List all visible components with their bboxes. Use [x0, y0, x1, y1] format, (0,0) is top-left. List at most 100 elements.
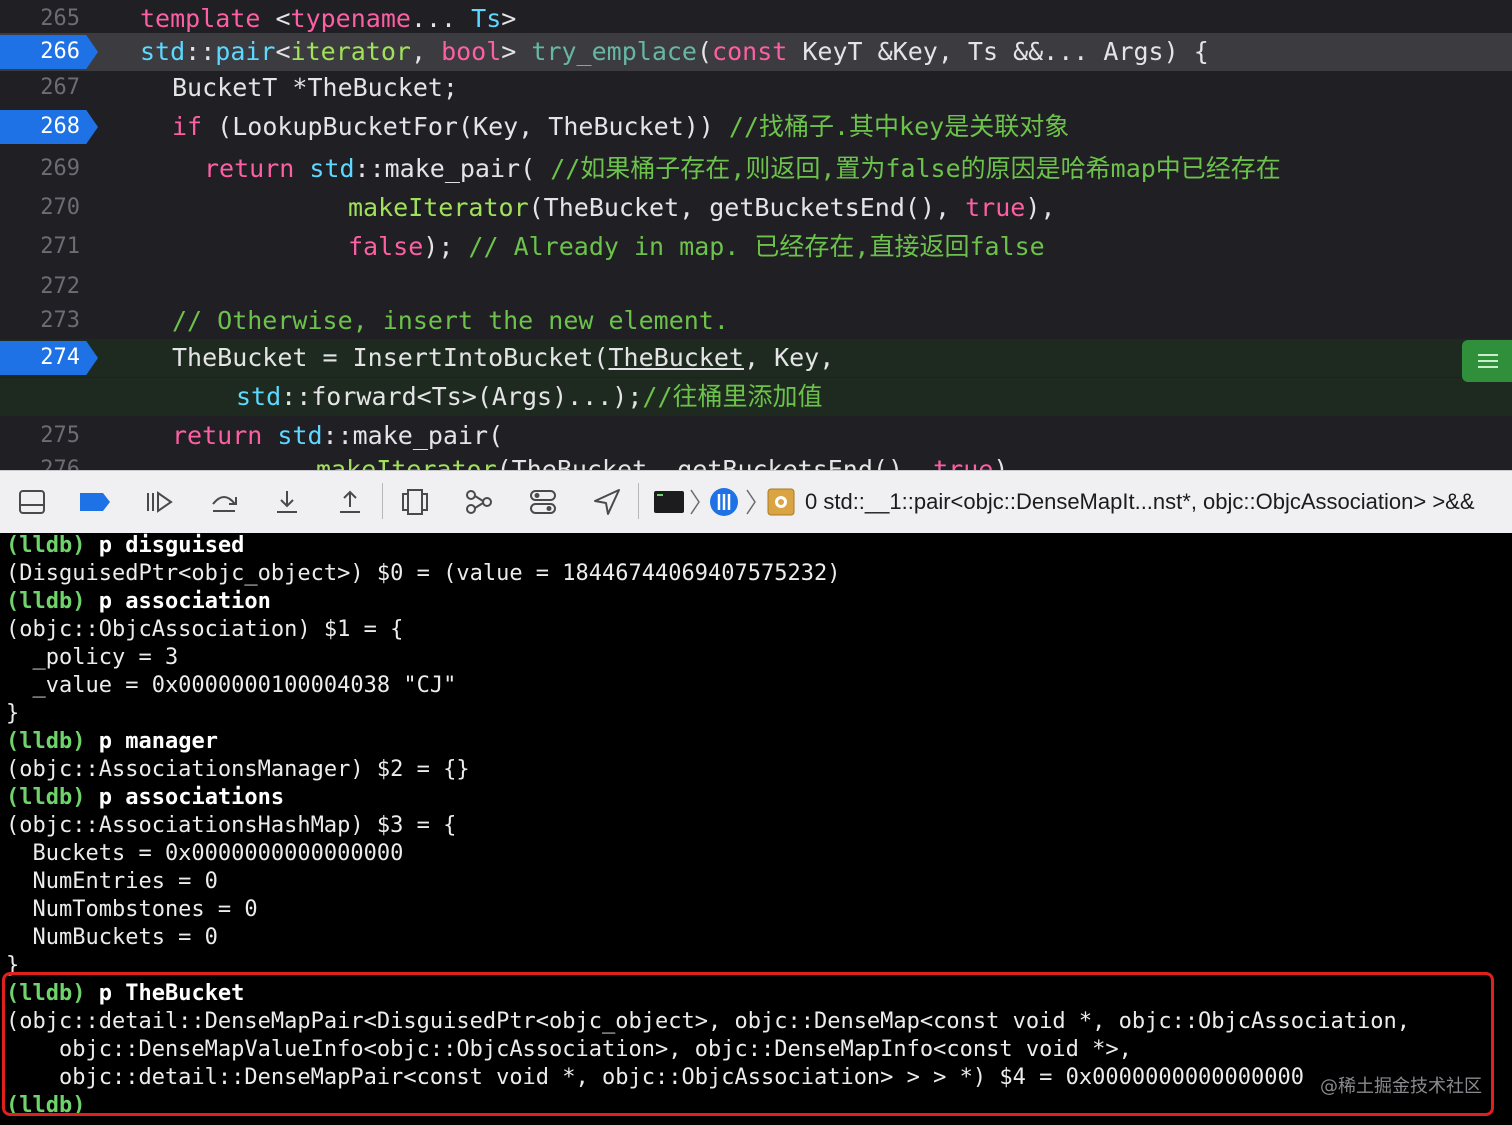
- code-token: true: [965, 193, 1026, 222]
- code-text: TheBucket = InsertIntoBucket(TheBucket, …: [172, 339, 834, 377]
- console-output-line: (objc::AssociationsManager) $2 = {}: [6, 756, 470, 784]
- output-text: (DisguisedPtr<objc_object>) $0 = (value …: [6, 561, 841, 586]
- code-text: return std::make_pair( //如果桶子存在,则返回,置为fa…: [204, 150, 1281, 188]
- step-over-icon[interactable]: [207, 485, 241, 519]
- line-number: 268: [40, 114, 80, 139]
- lldb-command: p disguised: [85, 533, 245, 558]
- console-output-line: _policy = 3: [6, 644, 178, 672]
- hide-panel-icon[interactable]: [15, 485, 49, 519]
- code-token: //找桶子.其中key是关联对象: [728, 112, 1070, 141]
- stack-frame-label[interactable]: 0 std::__1::pair<objc::DenseMapIt...nst*…: [805, 489, 1475, 515]
- chevron-right-icon: [744, 485, 758, 519]
- code-text: return std::make_pair(: [172, 417, 503, 455]
- code-token: TheBucket: [608, 343, 744, 372]
- code-text: BucketT *TheBucket;: [172, 69, 458, 107]
- output-text: NumTombstones = 0: [6, 897, 258, 922]
- location-icon[interactable]: [590, 485, 624, 519]
- environment-icon[interactable]: [526, 485, 560, 519]
- code-token: ::forward<Ts>(Args)...);: [281, 382, 643, 411]
- line-number: 272: [40, 274, 80, 299]
- view-debugger-icon[interactable]: [398, 485, 432, 519]
- code-text: std::pair<iterator, bool> try_emplace(co…: [140, 33, 1209, 71]
- code-line[interactable]: 273 // Otherwise, insert the new element.: [0, 302, 1512, 340]
- code-token: ...: [410, 4, 472, 33]
- step-out-icon[interactable]: [333, 485, 367, 519]
- code-line[interactable]: 272: [0, 268, 1512, 306]
- code-token: (LookupBucketFor(Key, TheBucket)): [202, 112, 729, 141]
- code-token: >: [501, 4, 517, 33]
- code-token: std: [277, 421, 323, 450]
- code-token: >: [501, 37, 532, 66]
- output-text: NumBuckets = 0: [6, 925, 218, 950]
- lldb-command: p associations: [85, 785, 285, 810]
- code-text: false); // Already in map. 已经存在,直接返回fals…: [348, 228, 1045, 266]
- console-output-line: Buckets = 0x0000000000000000: [6, 840, 403, 868]
- code-token: bool: [441, 37, 502, 66]
- line-number: 275: [40, 423, 80, 448]
- code-token: //往桶里添加值: [642, 382, 823, 411]
- code-token: const: [712, 37, 788, 66]
- line-number: 276: [40, 457, 80, 470]
- code-token: (TheBucket, getBucketsEnd(),: [496, 455, 934, 470]
- code-line[interactable]: 269 return std::make_pair( //如果桶子存在,则返回,置…: [0, 150, 1512, 188]
- code-token: );: [423, 232, 469, 261]
- code-token: makeIterator: [348, 193, 529, 222]
- output-text: (objc::AssociationsHashMap) $3 = {: [6, 813, 457, 838]
- lldb-prompt: (lldb): [6, 533, 86, 558]
- console-output-line: _value = 0x0000000100004038 "CJ": [6, 672, 456, 700]
- line-number: 274: [40, 345, 80, 370]
- code-token: BucketT *TheBucket;: [172, 73, 458, 102]
- breakpoints-toggle-icon[interactable]: [78, 485, 112, 519]
- code-token: TheBucket = InsertIntoBucket(: [172, 343, 609, 372]
- lldb-command: p association: [85, 589, 271, 614]
- continue-icon[interactable]: [142, 485, 176, 519]
- code-line[interactable]: 274 TheBucket = InsertIntoBucket(TheBucke…: [0, 339, 1512, 377]
- console-output-line: NumBuckets = 0: [6, 924, 218, 952]
- output-text: (objc::ObjcAssociation) $1 = {: [6, 617, 404, 642]
- output-text: _value = 0x0000000100004038 "CJ": [6, 673, 457, 698]
- memory-graph-icon[interactable]: [462, 485, 496, 519]
- annotation-highlight-box: [2, 972, 1494, 1116]
- code-token: <: [275, 37, 291, 66]
- code-line[interactable]: 270 makeIterator(TheBucket, getBucketsEnd…: [0, 189, 1512, 227]
- code-text: if (LookupBucketFor(Key, TheBucket)) //找…: [172, 108, 1069, 146]
- toolbar-divider: [382, 483, 383, 519]
- code-token: <: [275, 4, 291, 33]
- code-line[interactable]: 266 std::pair<iterator, bool> try_emplace…: [0, 33, 1512, 71]
- code-token: (TheBucket, getBucketsEnd(),: [528, 193, 966, 222]
- output-text: Buckets = 0x0000000000000000: [6, 841, 404, 866]
- code-line[interactable]: 276 makeIterator(TheBucket, getBucketsEnd…: [0, 451, 1512, 470]
- code-text: makeIterator(TheBucket, getBucketsEnd(),…: [316, 451, 1023, 470]
- line-number: 266: [40, 39, 80, 64]
- code-token: typename: [290, 4, 411, 33]
- code-token: makeIterator: [316, 455, 497, 470]
- output-text: }: [6, 701, 20, 726]
- code-token: ),: [993, 455, 1024, 470]
- console-command-line: (lldb) p disguised: [6, 533, 244, 560]
- code-editor[interactable]: 265 template <typename... Ts> 266 std::pair…: [0, 0, 1512, 470]
- lldb-prompt: (lldb): [6, 729, 86, 754]
- code-line[interactable]: 268 if (LookupBucketFor(Key, TheBucket)) …: [0, 108, 1512, 146]
- code-token: //如果桶子存在,则返回,置为false的原因是哈希map中已经存在: [550, 154, 1281, 183]
- output-text: NumEntries = 0: [6, 869, 218, 894]
- line-number: 273: [40, 308, 80, 333]
- frame-icon[interactable]: [764, 485, 798, 519]
- lldb-prompt: (lldb): [6, 785, 86, 810]
- code-token: // Otherwise, insert the new element.: [172, 306, 729, 335]
- code-line[interactable]: std::forward<Ts>(Args)...);//往桶里添加值: [0, 378, 1512, 416]
- console-icon[interactable]: [652, 485, 686, 519]
- line-number: 267: [40, 75, 80, 100]
- step-into-icon[interactable]: [270, 485, 304, 519]
- debug-toolbar: 0 std::__1::pair<objc::DenseMapIt...nst*…: [0, 470, 1512, 534]
- thread-icon[interactable]: [707, 485, 741, 519]
- code-line[interactable]: 267 BucketT *TheBucket;: [0, 69, 1512, 107]
- code-token: // Already in map. 已经存在,直接返回false: [468, 232, 1045, 261]
- console-output-line: NumEntries = 0: [6, 868, 218, 896]
- code-token: try_emplace: [531, 37, 697, 66]
- code-line[interactable]: 275 return std::make_pair(: [0, 417, 1512, 455]
- code-line[interactable]: 271 false); // Already in map. 已经存在,直接返回f…: [0, 228, 1512, 266]
- hamburger-icon[interactable]: [1462, 340, 1512, 382]
- code-token: if: [172, 112, 203, 141]
- console-command-line: (lldb) p manager: [6, 728, 218, 756]
- code-token: return: [172, 421, 278, 450]
